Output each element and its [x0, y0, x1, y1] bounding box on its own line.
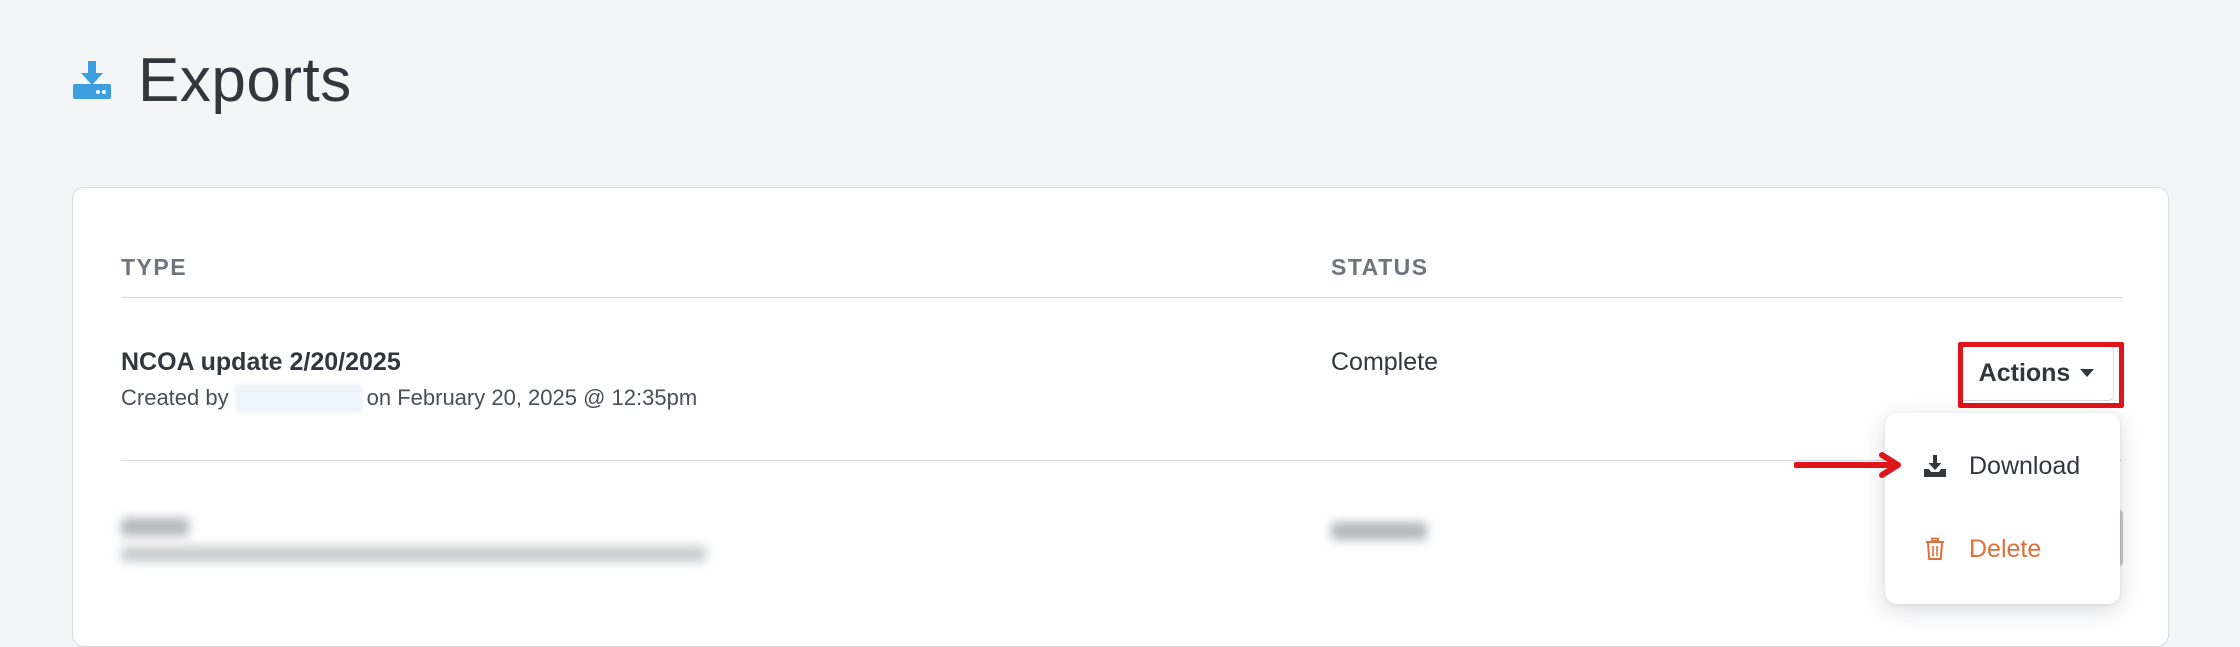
- download-tray-icon: [1923, 454, 1947, 478]
- menu-item-delete-label: Delete: [1969, 534, 2042, 563]
- menu-item-download[interactable]: Download: [1885, 438, 2120, 494]
- page-title: Exports: [138, 45, 352, 115]
- export-status: Complete: [1331, 348, 1438, 376]
- exports-card: TYPE STATUS NCOA update 2/20/2025 Create…: [72, 187, 2169, 647]
- redacted-user-name: [234, 384, 363, 412]
- caret-down-icon: [2080, 369, 2095, 377]
- actions-dropdown-menu: Download Delete: [1885, 413, 2120, 604]
- export-meta: Created by on February 20, 2025 @ 12:35p…: [121, 384, 697, 412]
- export-title: NCOA update 2/20/2025: [121, 348, 401, 376]
- created-by-label: Created by: [121, 385, 229, 410]
- menu-item-delete[interactable]: Delete: [1885, 521, 2120, 577]
- menu-item-download-label: Download: [1969, 451, 2081, 480]
- column-header-status: STATUS: [1331, 254, 1429, 280]
- created-on-text: on February 20, 2025 @ 12:35pm: [366, 385, 698, 410]
- actions-label: Actions: [1978, 358, 2071, 387]
- actions-button[interactable]: Actions: [1959, 345, 2114, 401]
- row-divider: [121, 460, 2122, 461]
- download-icon: [72, 60, 112, 100]
- trash-icon: [1923, 537, 1947, 561]
- header-divider: [121, 297, 2122, 298]
- column-header-type: TYPE: [121, 254, 188, 280]
- page-header: Exports: [72, 40, 352, 120]
